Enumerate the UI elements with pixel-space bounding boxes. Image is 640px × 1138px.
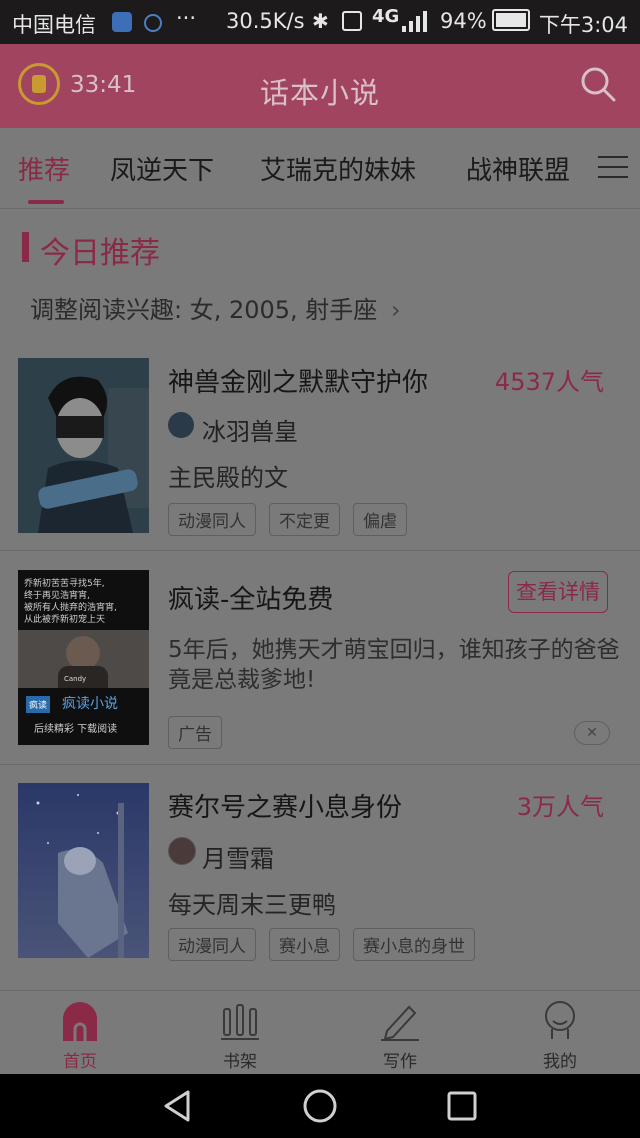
nav-home[interactable]: 首页 xyxy=(0,991,160,1075)
tab-zhanshen-lianmeng[interactable]: 战神联盟 xyxy=(466,150,570,187)
clock: 下午3:04 xyxy=(538,13,628,37)
ad-app-logo: 疯读 xyxy=(26,696,51,713)
nav-write[interactable]: 写作 xyxy=(320,991,480,1075)
back-icon[interactable] xyxy=(162,1090,194,1122)
home-icon xyxy=(63,1002,97,1041)
author-name[interactable]: 冰羽兽皇 xyxy=(202,412,298,447)
location-icon xyxy=(112,12,132,32)
app-title: 话本小说 xyxy=(259,76,380,110)
tag[interactable]: 动漫同人 xyxy=(168,928,256,961)
ad-cover[interactable]: 乔新初苦苦寻找5年, 终于再见浩宵宵, 被所有人抛弃的浩宵宵, 从此被乔新初宠上… xyxy=(18,570,149,745)
interest-text: 调整阅读兴趣: 女, 2005, 射手座 xyxy=(30,296,378,324)
tag[interactable]: 偏虐 xyxy=(353,503,407,536)
category-tabs: 推荐 凤逆天下 艾瑞克的妹妹 战神联盟 xyxy=(0,128,640,209)
bluetooth-icon: ✱ xyxy=(312,9,329,33)
tag[interactable]: 赛小息 xyxy=(269,928,340,961)
tab-fengnitianxia[interactable]: 凤逆天下 xyxy=(110,150,214,187)
ad-brand-name: 疯读小说 xyxy=(62,696,118,712)
nav-label: 首页 xyxy=(63,1052,97,1072)
home-circle-icon[interactable] xyxy=(302,1088,338,1124)
sync-icon xyxy=(144,14,162,32)
active-tab-indicator xyxy=(28,200,64,204)
popularity-count: 4537人气 xyxy=(494,368,604,396)
nav-profile[interactable]: 我的 xyxy=(480,991,640,1075)
menu-icon[interactable] xyxy=(598,156,628,180)
ad-cover-line: 终于再见浩宵宵, xyxy=(24,591,90,601)
author-avatar xyxy=(168,412,194,438)
chevron-right-icon: › xyxy=(390,296,401,324)
battery-percent: 94% xyxy=(440,9,487,33)
tab-recommend[interactable]: 推荐 xyxy=(18,150,70,187)
search-icon[interactable] xyxy=(580,66,616,102)
app-bar: 33:41 话本小说 xyxy=(0,44,640,128)
popularity-count: 3万人气 xyxy=(516,793,604,821)
ad-cover-footer: 后续精彩 下载阅读 xyxy=(34,724,118,735)
pen-icon xyxy=(381,1005,419,1041)
tag[interactable]: 赛小息的身世 xyxy=(353,928,475,961)
book-title[interactable]: 神兽金刚之默默守护你 xyxy=(168,362,428,399)
battery-icon xyxy=(486,9,536,32)
nav-label: 写作 xyxy=(383,1052,417,1072)
recents-icon[interactable] xyxy=(446,1090,478,1122)
book-card[interactable]: 赛尔号之赛小息身份 3万人气 月雪霜 每天周末三更鸭 动漫同人 赛小息 赛小息的… xyxy=(0,765,640,975)
view-details-button[interactable]: 查看详情 xyxy=(508,571,608,613)
network-speed: 30.5K/s xyxy=(226,9,305,33)
nav-bookshelf[interactable]: 书架 xyxy=(160,991,320,1075)
nav-label: 书架 xyxy=(223,1052,257,1072)
status-bar: 中国电信 ··· 30.5K/s ✱ 4G 94% 下午3:04 xyxy=(0,0,640,44)
nav-label: 我的 xyxy=(543,1052,577,1072)
tab-airuike-sister[interactable]: 艾瑞克的妹妹 xyxy=(260,150,416,187)
ad-cover-line: 被所有人抛弃的浩宵宵, xyxy=(24,603,117,613)
ad-title[interactable]: 疯读-全站免费 xyxy=(168,579,333,616)
ad-card[interactable]: 乔新初苦苦寻找5年, 终于再见浩宵宵, 被所有人抛弃的浩宵宵, 从此被乔新初宠上… xyxy=(0,551,640,764)
book-description: 主民殿的文 xyxy=(168,464,288,492)
ad-label: 广告 xyxy=(168,716,222,749)
ad-cover-watermark: Candy xyxy=(64,675,87,683)
book-description: 每天周末三更鸭 xyxy=(168,891,336,919)
book-cover[interactable] xyxy=(18,783,149,958)
system-navigation-bar xyxy=(0,1074,640,1138)
signal-icon xyxy=(402,10,436,38)
bookshelf-icon xyxy=(221,1004,259,1040)
section-marker xyxy=(22,232,29,262)
interest-settings-link[interactable]: 调整阅读兴趣: 女, 2005, 射手座 › xyxy=(30,290,401,325)
book-card[interactable]: 神兽金刚之默默守护你 4537人气 冰羽兽皇 主民殿的文 动漫同人 不定更 偏虐 xyxy=(0,340,640,550)
more-dots: ··· xyxy=(176,6,197,30)
section-title: 今日推荐 xyxy=(40,236,160,271)
ad-cover-photo: Candy xyxy=(18,630,149,688)
book-cover[interactable] xyxy=(18,358,149,533)
book-title[interactable]: 赛尔号之赛小息身份 xyxy=(168,787,402,824)
vibrate-icon xyxy=(342,11,362,31)
carrier-label: 中国电信 xyxy=(12,13,96,37)
author-avatar xyxy=(168,837,196,865)
profile-icon xyxy=(545,1001,575,1039)
tag[interactable]: 动漫同人 xyxy=(168,503,256,536)
ad-description: 5年后，她携天才萌宝回归，谁知孩子的爸爸竟是总裁爹地! xyxy=(168,637,620,693)
network-type: 4G xyxy=(372,6,400,27)
ad-cover-line: 从此被乔新初宠上天 xyxy=(24,615,106,625)
tag[interactable]: 不定更 xyxy=(269,503,340,536)
close-ad-icon[interactable]: ✕ xyxy=(574,721,610,745)
bottom-navigation: 首页 书架 写作 我的 xyxy=(0,990,640,1075)
ad-cover-line: 乔新初苦苦寻找5年, xyxy=(24,579,105,589)
author-name[interactable]: 月雪霜 xyxy=(202,839,274,874)
